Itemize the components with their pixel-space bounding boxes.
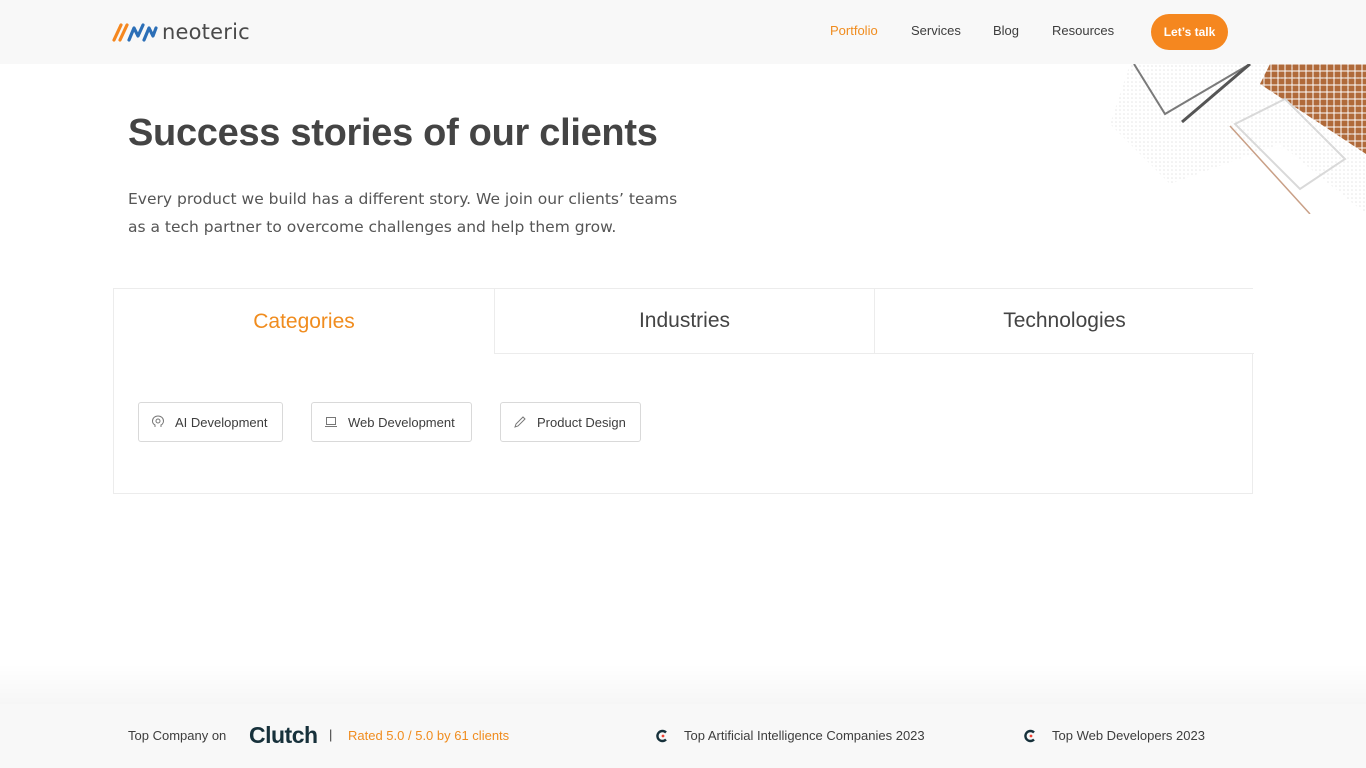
nav-resources[interactable]: Resources — [1052, 23, 1114, 38]
credentials-strip: Top Company on Clutch | Rated 5.0 / 5.0 … — [0, 704, 1366, 768]
chip-label: AI Development — [175, 414, 268, 430]
strip-shadow — [0, 664, 1366, 704]
ai-brain-icon — [151, 415, 165, 427]
chip-label: Product Design — [537, 414, 626, 430]
filter-panel: Categories Industries Technologies AI De… — [113, 288, 1254, 494]
pencil-icon — [514, 416, 526, 428]
decorative-laptop-illustration — [1110, 64, 1366, 214]
clutch-logo[interactable]: Clutch — [249, 722, 318, 749]
clutch-c-icon — [1024, 729, 1035, 743]
top-company-label: Top Company on — [128, 728, 227, 743]
lets-talk-button[interactable]: Let’s talk — [1151, 14, 1228, 50]
separator: | — [329, 727, 333, 742]
nav-blog[interactable]: Blog — [993, 23, 1019, 38]
tab-categories[interactable]: Categories — [114, 289, 494, 354]
clutch-c-icon — [656, 729, 667, 743]
clutch-rating-link[interactable]: Rated 5.0 / 5.0 by 61 clients — [348, 728, 509, 743]
award-ai-companies: Top Artificial Intelligence Companies 20… — [684, 728, 925, 743]
tab-technologies[interactable]: Technologies — [874, 289, 1254, 354]
site-logo[interactable]: neoteric — [112, 18, 250, 46]
award-web-developers: Top Web Developers 2023 — [1052, 728, 1205, 743]
laptop-icon — [325, 417, 337, 427]
chip-product-design[interactable]: Product Design — [500, 402, 641, 442]
site-header: neoteric Portfolio Services Blog Resourc… — [0, 0, 1366, 64]
page-title: Success stories of our clients — [128, 112, 658, 154]
tab-industries[interactable]: Industries — [494, 289, 874, 354]
logo-mark-icon — [112, 23, 158, 42]
clutch-logo-text: Clutch — [249, 722, 318, 748]
nav-services[interactable]: Services — [911, 23, 961, 38]
page-description: Every product we build has a different s… — [128, 190, 678, 236]
chip-web-development[interactable]: Web Development — [311, 402, 472, 442]
chip-label: Web Development — [348, 414, 455, 430]
nav-portfolio[interactable]: Portfolio — [830, 23, 878, 38]
chip-ai-development[interactable]: AI Development — [138, 402, 283, 442]
logo-text: neoteric — [162, 20, 250, 44]
